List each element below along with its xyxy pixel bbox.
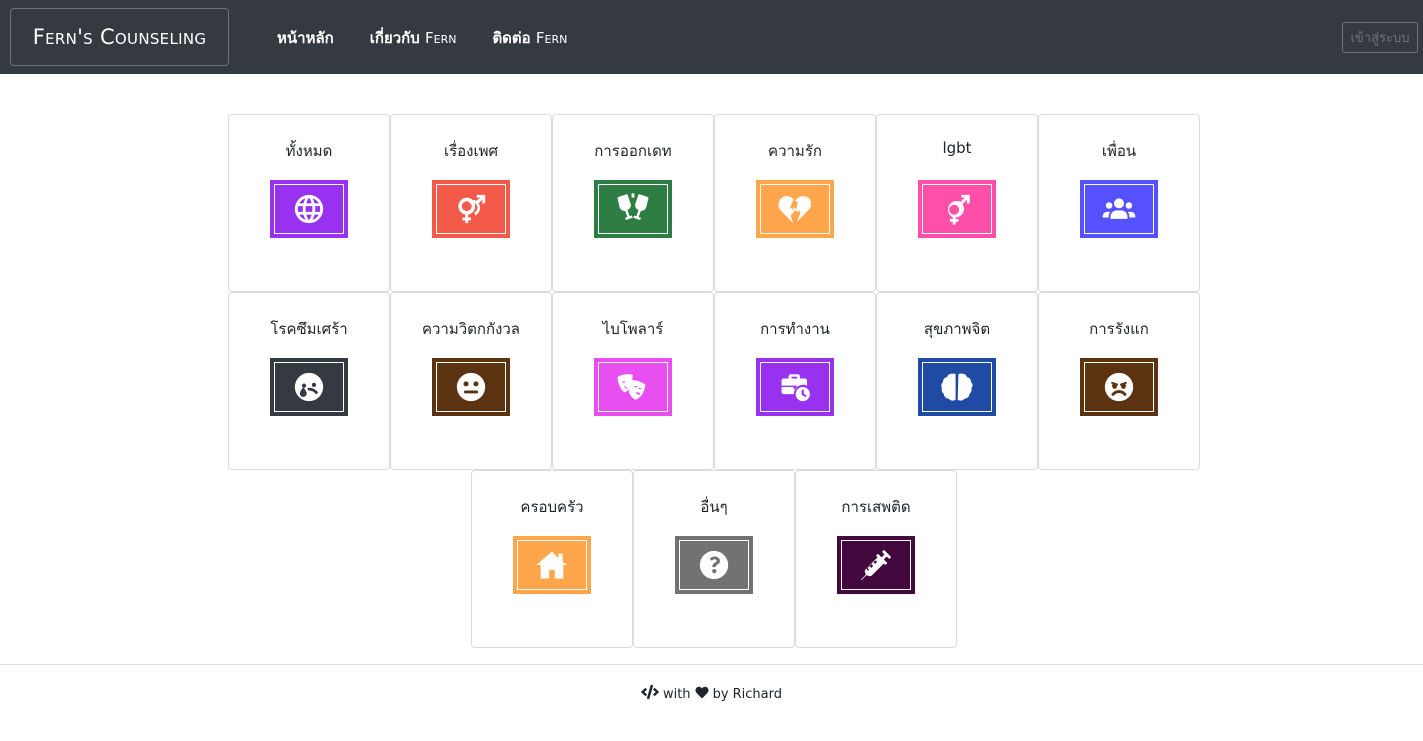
category-card[interactable]: ไบโพลาร์ — [552, 292, 714, 470]
category-title: เรื่องเพศ — [443, 142, 499, 160]
navbar: Fern's Counseling หน้าหลัก เกี่ยวกับ Fer… — [0, 0, 1423, 74]
angry-icon[interactable] — [1080, 358, 1158, 416]
category-title: สุขภาพจิต — [923, 320, 991, 338]
business-time-icon[interactable] — [756, 358, 834, 416]
code-icon — [640, 684, 659, 704]
category-title: ความรัก — [768, 142, 822, 160]
brand-logo[interactable]: Fern's Counseling — [10, 8, 229, 66]
category-title: การทำงาน — [760, 320, 830, 338]
category-title: ครอบครัว — [520, 498, 584, 516]
venus-mars-icon[interactable] — [432, 180, 510, 238]
footer-divider — [0, 664, 1423, 665]
category-title: การเสพติด — [841, 498, 911, 516]
nav-links: หน้าหลัก เกี่ยวกับ Fern ติดต่อ Fern — [277, 26, 567, 50]
brain-icon[interactable] — [918, 358, 996, 416]
nav-link-about[interactable]: เกี่ยวกับ Fern — [370, 26, 457, 50]
category-card[interactable]: สุขภาพจิต — [876, 292, 1038, 470]
footer: with by Richard — [0, 684, 1423, 704]
category-card[interactable]: การออกเดท — [552, 114, 714, 292]
theater-masks-icon[interactable] — [594, 358, 672, 416]
category-title: ความวิตกกังวล — [421, 320, 521, 338]
category-card[interactable]: ความวิตกกังวล — [390, 292, 552, 470]
category-title: ทั้งหมด — [285, 142, 333, 160]
category-card[interactable]: ครอบครัว — [471, 470, 633, 648]
category-card[interactable]: lgbt — [876, 114, 1038, 292]
category-card[interactable]: โรคซึมเศร้า — [228, 292, 390, 470]
category-card[interactable]: เพื่อน — [1038, 114, 1200, 292]
category-title: เพื่อน — [1101, 142, 1137, 160]
users-icon[interactable] — [1080, 180, 1158, 238]
question-circle-icon[interactable] — [675, 536, 753, 594]
category-title: การรังแก — [1089, 320, 1149, 338]
nav-link-home[interactable]: หน้าหลัก — [277, 26, 334, 50]
sad-tear-icon[interactable] — [270, 358, 348, 416]
footer-author-text: by Richard — [712, 686, 783, 702]
transgender-icon[interactable] — [918, 180, 996, 238]
category-title: lgbt — [942, 139, 972, 157]
home-icon[interactable] — [513, 536, 591, 594]
login-button[interactable]: เข้าสู่ระบบ — [1342, 22, 1418, 53]
category-title: ไบโพลาร์ — [602, 320, 664, 338]
syringe-icon[interactable] — [837, 536, 915, 594]
category-title: การออกเดท — [594, 142, 672, 160]
meh-icon[interactable] — [432, 358, 510, 416]
category-card[interactable]: ทั้งหมด — [228, 114, 390, 292]
category-card[interactable]: การรังแก — [1038, 292, 1200, 470]
glass-cheers-icon[interactable] — [594, 180, 672, 238]
heart-broken-icon[interactable] — [756, 180, 834, 238]
category-card[interactable]: การทำงาน — [714, 292, 876, 470]
category-card[interactable]: เรื่องเพศ — [390, 114, 552, 292]
nav-link-contact[interactable]: ติดต่อ Fern — [492, 26, 567, 50]
category-title: อื่นๆ — [700, 498, 728, 516]
footer-with-text: with — [662, 686, 691, 702]
globe-icon[interactable] — [270, 180, 348, 238]
category-title: โรคซึมเศร้า — [270, 320, 348, 338]
category-card[interactable]: อื่นๆ — [633, 470, 795, 648]
heart-icon — [695, 686, 709, 703]
category-card[interactable]: ความรัก — [714, 114, 876, 292]
category-card[interactable]: การเสพติด — [795, 470, 957, 648]
